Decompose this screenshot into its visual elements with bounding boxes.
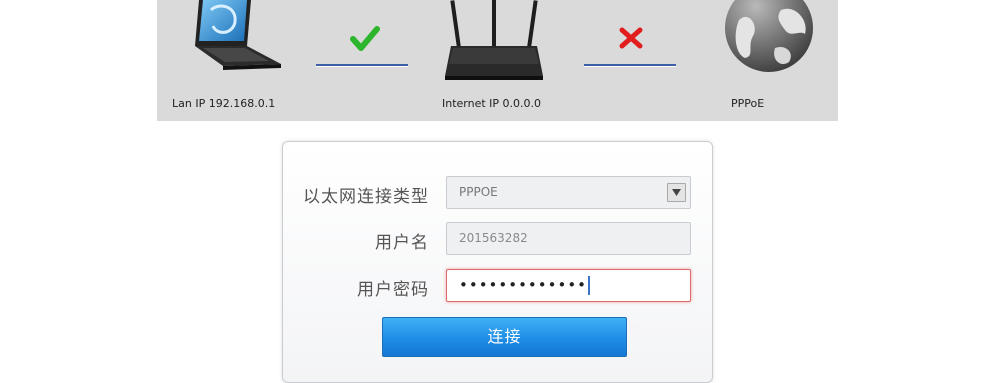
wan-type-label: PPPoE: [731, 97, 765, 110]
username-label: 用户名: [375, 233, 429, 253]
internet-ip-label: Internet IP 0.0.0.0: [442, 97, 542, 110]
chevron-down-icon[interactable]: [667, 183, 686, 202]
network-status-banner: Lan IP 192.168.0.1 Internet IP 0.0.0.0 P…: [157, 0, 838, 121]
connection-type-label: 以太网连接类型: [303, 187, 429, 207]
check-icon: [350, 26, 380, 56]
username-row: 用户名 201563282: [283, 222, 712, 256]
password-value: •••••••••••••: [459, 276, 588, 294]
wan-link-line: [584, 53, 676, 72]
laptop-icon: [189, 0, 285, 80]
password-input[interactable]: •••••••••••••: [446, 269, 691, 302]
router-icon: [439, 0, 549, 86]
lan-ip-label: Lan IP 192.168.0.1: [172, 97, 276, 110]
globe-icon: [725, 0, 815, 84]
username-value: 201563282: [459, 231, 528, 245]
username-input[interactable]: 201563282: [446, 222, 691, 255]
connection-type-row: 以太网连接类型 PPPOE: [283, 176, 712, 210]
cross-icon: [619, 27, 643, 53]
connection-type-value: PPPOE: [459, 185, 498, 199]
password-label: 用户密码: [357, 280, 429, 300]
connection-type-select[interactable]: PPPOE: [446, 176, 691, 209]
text-caret: [588, 276, 591, 295]
pppoe-settings-panel: 以太网连接类型 PPPOE 用户名 201563282 用户密码 •••••••…: [282, 141, 713, 383]
password-row: 用户密码 •••••••••••••: [283, 269, 712, 303]
connect-button[interactable]: 连接: [382, 317, 627, 357]
